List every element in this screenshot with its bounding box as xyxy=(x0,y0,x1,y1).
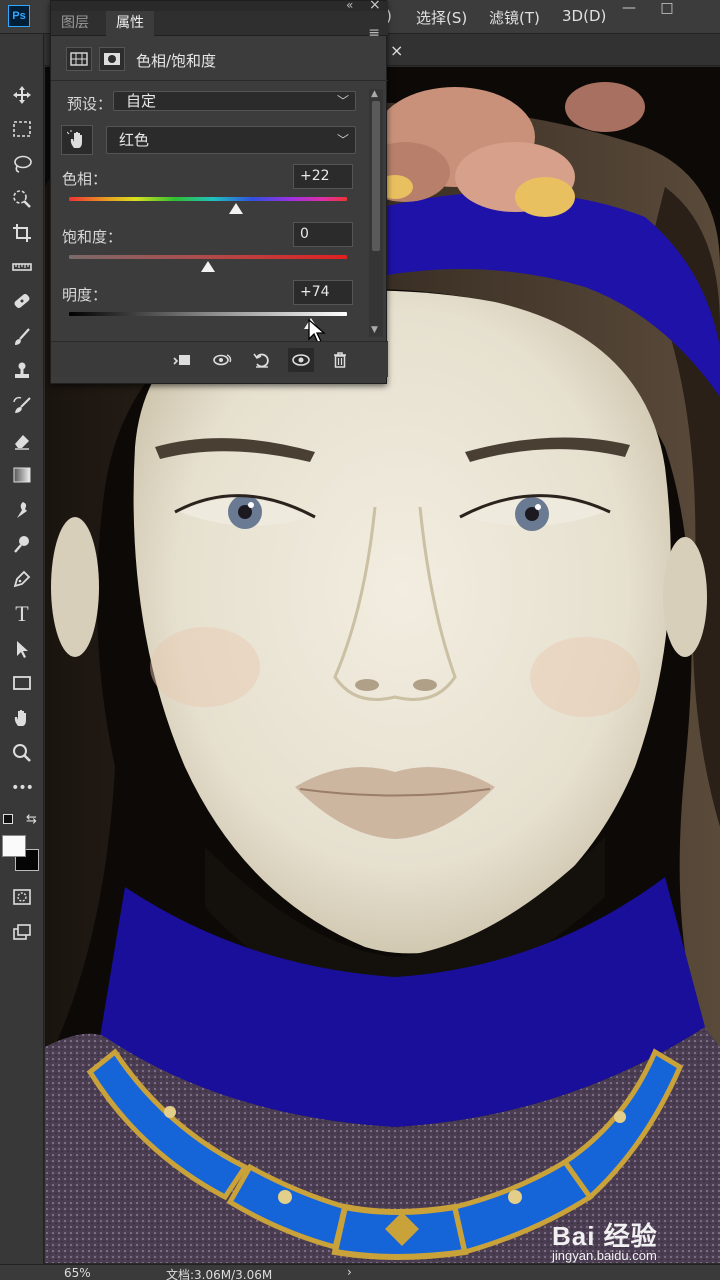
toggle-visibility-icon[interactable] xyxy=(288,348,314,372)
gradient-tool-icon[interactable] xyxy=(8,462,36,488)
scroll-up-icon[interactable]: ▲ xyxy=(371,89,378,99)
ruler-tool-icon[interactable] xyxy=(8,254,36,280)
clip-to-layer-icon[interactable] xyxy=(169,348,195,372)
dodge-tool-icon[interactable] xyxy=(8,531,36,557)
status-menu-arrow[interactable]: › xyxy=(347,1265,352,1279)
history-brush-icon[interactable] xyxy=(8,393,36,419)
brush-tool-icon[interactable] xyxy=(8,324,36,350)
rectangle-tool-icon[interactable] xyxy=(8,670,36,696)
zoom-level[interactable]: 65% xyxy=(64,1266,91,1280)
preset-label: 预设： xyxy=(67,95,113,113)
panel-scrollbar[interactable]: ▲ ▼ xyxy=(369,89,383,337)
watermark-url: jingyan.baidu.com xyxy=(552,1248,657,1263)
baidu-jingyan-watermark: Bai 经验 jingyan.baidu.com xyxy=(552,1216,712,1266)
saturation-label: 饱和度： xyxy=(62,228,123,246)
delete-layer-icon[interactable] xyxy=(327,348,353,372)
more-tools-icon[interactable]: ••• xyxy=(8,775,36,801)
move-tool-icon[interactable] xyxy=(8,82,36,108)
lightness-value-field[interactable]: +74 xyxy=(293,280,353,305)
default-colors-icon[interactable] xyxy=(3,814,13,824)
swap-colors-icon[interactable]: ⇆ xyxy=(26,812,37,827)
panel-title-strip xyxy=(51,1,388,11)
photoshop-logo[interactable]: Ps xyxy=(8,5,30,27)
chevron-down-icon: ﹀ xyxy=(336,94,349,108)
crop-tool-icon[interactable] xyxy=(8,220,36,246)
marquee-tool-icon[interactable] xyxy=(8,116,36,142)
channel-value: 红色 xyxy=(119,131,150,149)
eraser-tool-icon[interactable] xyxy=(8,428,36,454)
saturation-value-field[interactable]: 0 xyxy=(293,222,353,247)
document-info: 文档:3.06M/3.06M xyxy=(166,1268,273,1280)
type-tool-icon[interactable]: T xyxy=(8,601,36,627)
screen-mode-icon[interactable] xyxy=(8,919,36,945)
properties-panel: « × 图层 属性 ≡ 色相/饱和度 预设： 自定 ﹀ 红色 ﹀ 色相： +22… xyxy=(50,0,388,384)
tab-layers[interactable]: 图层 xyxy=(51,11,99,36)
lightness-slider-track[interactable] xyxy=(69,312,347,316)
adjustment-header: 色相/饱和度 xyxy=(51,37,388,81)
path-selection-icon[interactable] xyxy=(8,636,36,662)
reset-adjustments-icon[interactable] xyxy=(249,348,275,372)
hue-slider-thumb[interactable] xyxy=(228,203,243,214)
hue-slider-track[interactable] xyxy=(69,197,347,201)
minimize-button[interactable]: — xyxy=(614,0,644,18)
close-document-icon[interactable]: × xyxy=(390,41,403,60)
menu-item-3d[interactable]: 3D(D) xyxy=(562,7,606,25)
hand-tool-icon[interactable] xyxy=(8,705,36,731)
targeted-adjustment-icon[interactable] xyxy=(61,125,93,155)
status-bar: 65% 文档:3.06M/3.06M › xyxy=(0,1264,720,1280)
scroll-down-icon[interactable]: ▼ xyxy=(371,325,378,335)
menu-item-select[interactable]: 选择(S) xyxy=(416,7,467,28)
chevron-down-icon: ﹀ xyxy=(336,133,349,147)
tab-properties[interactable]: 属性 xyxy=(106,11,154,36)
healing-brush-icon[interactable] xyxy=(8,288,36,314)
channel-dropdown[interactable]: 红色 ﹀ xyxy=(106,126,356,154)
quick-selection-icon[interactable] xyxy=(8,185,36,211)
adjustment-title: 色相/饱和度 xyxy=(136,52,217,70)
scrollbar-thumb[interactable] xyxy=(372,101,380,251)
foreground-color-swatch[interactable] xyxy=(2,835,26,857)
quick-mask-icon[interactable] xyxy=(8,884,36,910)
maximize-button[interactable]: □ xyxy=(652,0,682,18)
preset-dropdown[interactable]: 自定 ﹀ xyxy=(113,91,356,111)
tools-panel: T ••• ⇆ xyxy=(0,34,44,1264)
photoshop-window: Ps ) 选择(S) 滤镜(T) 3D(D) — □ × T ••• ⇆ « ×… xyxy=(0,0,720,1280)
stamp-tool-icon[interactable] xyxy=(8,358,36,384)
preset-value: 自定 xyxy=(126,92,157,110)
hue-value-field[interactable]: +22 xyxy=(293,164,353,189)
adjustment-layer-icon[interactable] xyxy=(66,47,92,71)
lightness-label: 明度： xyxy=(62,286,108,304)
panel-tab-bar: 图层 属性 ≡ xyxy=(51,11,388,41)
hue-label: 色相： xyxy=(62,170,108,188)
zoom-tool-icon[interactable] xyxy=(8,740,36,766)
panel-footer xyxy=(51,341,388,377)
pen-tool-icon[interactable] xyxy=(8,566,36,592)
saturation-slider-track[interactable] xyxy=(69,255,347,259)
view-previous-state-icon[interactable] xyxy=(209,348,235,372)
lasso-tool-icon[interactable] xyxy=(8,151,36,177)
smudge-tool-icon[interactable] xyxy=(8,497,36,523)
layer-mask-icon[interactable] xyxy=(99,47,125,71)
menu-item-filter[interactable]: 滤镜(T) xyxy=(489,7,540,28)
saturation-slider-thumb[interactable] xyxy=(201,261,215,272)
